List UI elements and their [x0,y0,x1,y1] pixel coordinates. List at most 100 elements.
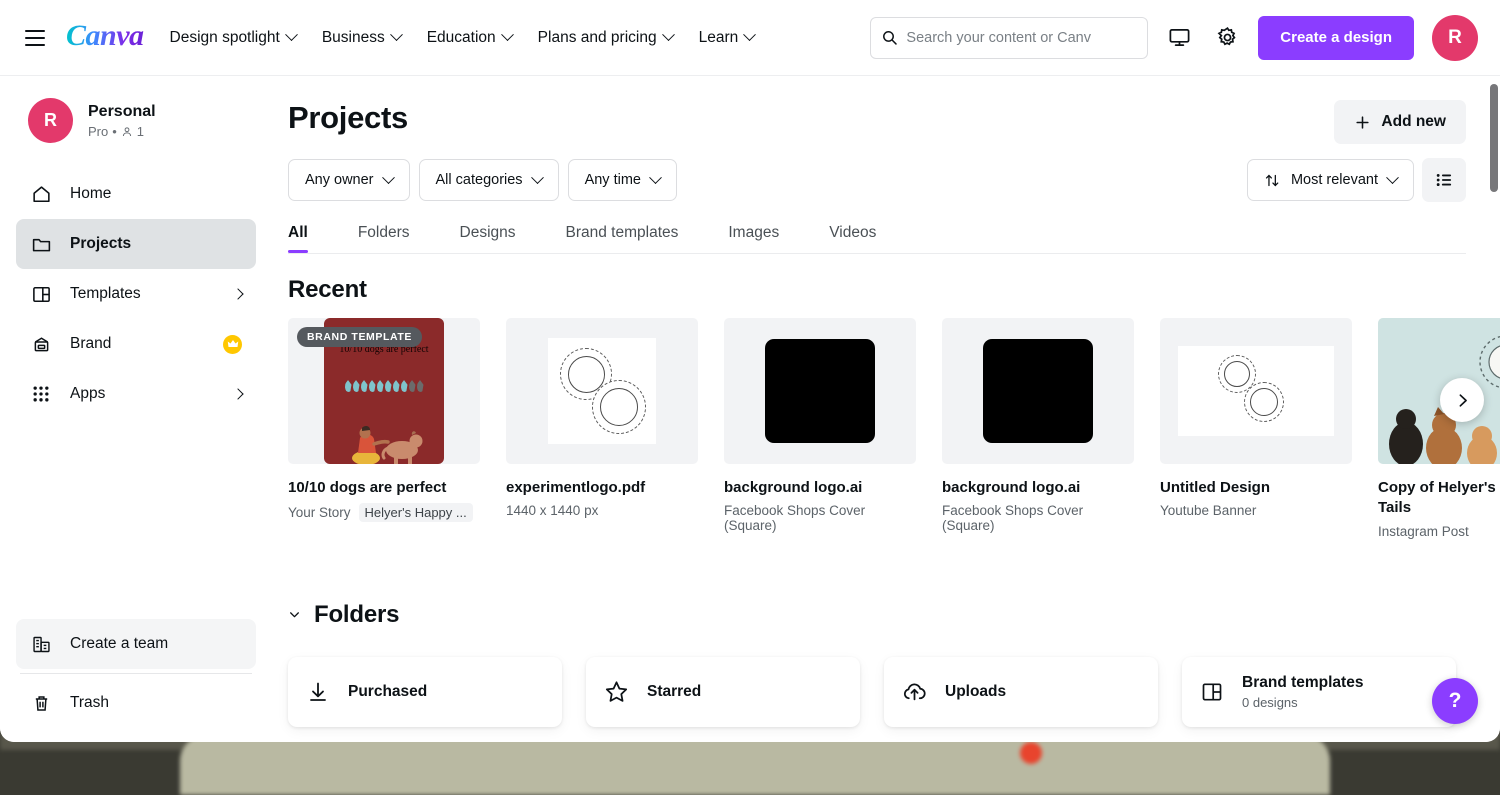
nav-item-plans-and-pricing[interactable]: Plans and pricing [538,29,673,47]
top-navigation-bar: Canva Design spotlight Business Educatio… [0,0,1500,76]
download-icon [306,680,330,704]
card-thumbnail[interactable] [942,318,1134,464]
design-card[interactable]: Copy of Helyer's Happy Tails Instagram P… [1378,318,1500,539]
user-avatar[interactable]: R [1432,15,1478,61]
sort-arrows-icon [1264,172,1281,189]
folder-card-brand-templates[interactable]: Brand templates 0 designs [1182,657,1456,727]
sidebar-item-label: Home [70,185,242,203]
monitor-icon[interactable] [1162,21,1196,55]
search-box[interactable] [870,17,1148,59]
sidebar-item-templates[interactable]: Templates [16,269,256,319]
nav-label: Business [322,29,385,47]
sidebar-item-brand[interactable]: Brand [16,319,256,369]
sidebar-item-label: Templates [70,285,216,303]
folder-card-starred[interactable]: Starred [586,657,860,727]
design-card[interactable]: background logo.ai Facebook Shops Cover … [942,318,1134,539]
sidebar-item-label: Trash [70,694,242,712]
card-thumbnail[interactable] [506,318,698,464]
brand-icon [30,333,52,355]
card-thumbnail[interactable] [1160,318,1352,464]
search-input[interactable] [906,30,1137,46]
chevron-down-icon [285,28,298,41]
sidebar-item-trash[interactable]: Trash [16,678,256,728]
card-subtitle: Facebook Shops Cover (Square) [724,503,916,533]
card-title: background logo.ai [942,478,1134,498]
top-right-controls: Create a design R [870,15,1478,61]
account-name: Personal [88,102,156,123]
tab-brand-templates[interactable]: Brand templates [566,224,703,253]
nav-item-learn[interactable]: Learn [699,29,755,47]
help-button[interactable]: ? [1432,678,1478,724]
account-plan-row: Pro • 1 [88,124,156,139]
browser-window: Canva Design spotlight Business Educatio… [0,0,1500,742]
tab-all[interactable]: All [288,224,332,253]
scrollbar-track[interactable] [1489,76,1500,742]
filter-label: Any owner [305,172,374,188]
brand-templates-icon [1200,680,1224,704]
design-card[interactable]: background logo.ai Facebook Shops Cover … [724,318,916,539]
nav-item-design-spotlight[interactable]: Design spotlight [170,29,296,47]
dog-logo-circle [1244,382,1284,422]
folders-row: Purchased Starred [288,657,1500,727]
recent-section-header: Recent [288,254,1500,304]
folder-card-purchased[interactable]: Purchased [288,657,562,727]
dog-logo-circle [592,380,646,434]
canva-logo[interactable]: Canva [66,19,144,57]
sort-dropdown[interactable]: Most relevant [1247,159,1414,201]
card-subtitle-text: 1440 x 1440 px [506,503,598,518]
scrollbar-thumb[interactable] [1490,84,1498,192]
filter-label: Any time [585,172,641,188]
chevron-down-icon [649,171,662,184]
folder-card-uploads[interactable]: Uploads [884,657,1158,727]
sidebar-item-home[interactable]: Home [16,169,256,219]
sidebar-item-projects[interactable]: Projects [16,219,256,269]
list-view-icon[interactable] [1422,158,1466,202]
card-tag[interactable]: Helyer's Happy ... [359,503,473,522]
filter-any-owner[interactable]: Any owner [288,159,410,201]
nav-item-business[interactable]: Business [322,29,401,47]
design-card[interactable]: experimentlogo.pdf 1440 x 1440 px [506,318,698,539]
card-title: experimentlogo.pdf [506,478,698,498]
add-new-button[interactable]: Add new [1334,100,1466,144]
sidebar-item-label: Brand [70,335,205,353]
plus-icon [1354,114,1371,131]
sidebar-item-label: Create a team [70,635,242,653]
filter-all-categories[interactable]: All categories [419,159,559,201]
black-square-art [765,339,875,443]
card-subtitle: 1440 x 1440 px [506,503,698,518]
nav-label: Education [427,29,496,47]
card-subtitle-text: Facebook Shops Cover (Square) [724,503,916,533]
sidebar-bottom-section: Create a team Trash [0,619,272,742]
card-subtitle-text: Instagram Post [1378,524,1469,539]
templates-icon [30,283,52,305]
chevron-down-icon [1386,171,1399,184]
search-icon [881,28,898,47]
recent-cards-carousel: BRAND TEMPLATE 10/10 dogs are perfect [288,318,1500,539]
tab-folders[interactable]: Folders [358,224,434,253]
carousel-next-button[interactable] [1440,378,1484,422]
tab-designs[interactable]: Designs [460,224,540,253]
design-card[interactable]: Untitled Design Youtube Banner [1160,318,1352,539]
folder-name: Purchased [348,683,427,701]
add-new-label: Add new [1381,113,1446,131]
sidebar-item-apps[interactable]: Apps [16,369,256,419]
tab-images[interactable]: Images [728,224,803,253]
apps-grid-icon [30,383,52,405]
card-thumbnail[interactable] [724,318,916,464]
sidebar-item-create-a-team[interactable]: Create a team [16,619,256,669]
crown-icon [223,335,242,354]
logo-thumbnail-art [1178,346,1334,436]
nav-item-education[interactable]: Education [427,29,512,47]
sidebar-item-label: Projects [70,235,242,253]
folders-heading: Folders [314,601,399,629]
tab-videos[interactable]: Videos [829,224,900,253]
create-a-design-button[interactable]: Create a design [1258,16,1414,60]
menu-icon[interactable] [20,23,50,53]
chevron-down-icon[interactable] [288,608,301,621]
sidebar-item-label: Apps [70,385,216,403]
filter-any-time[interactable]: Any time [568,159,677,201]
gear-icon[interactable] [1210,21,1244,55]
folders-section-header: Folders [288,601,1500,629]
account-summary[interactable]: R Personal Pro • 1 [0,98,272,143]
design-card[interactable]: BRAND TEMPLATE 10/10 dogs are perfect [288,318,480,539]
